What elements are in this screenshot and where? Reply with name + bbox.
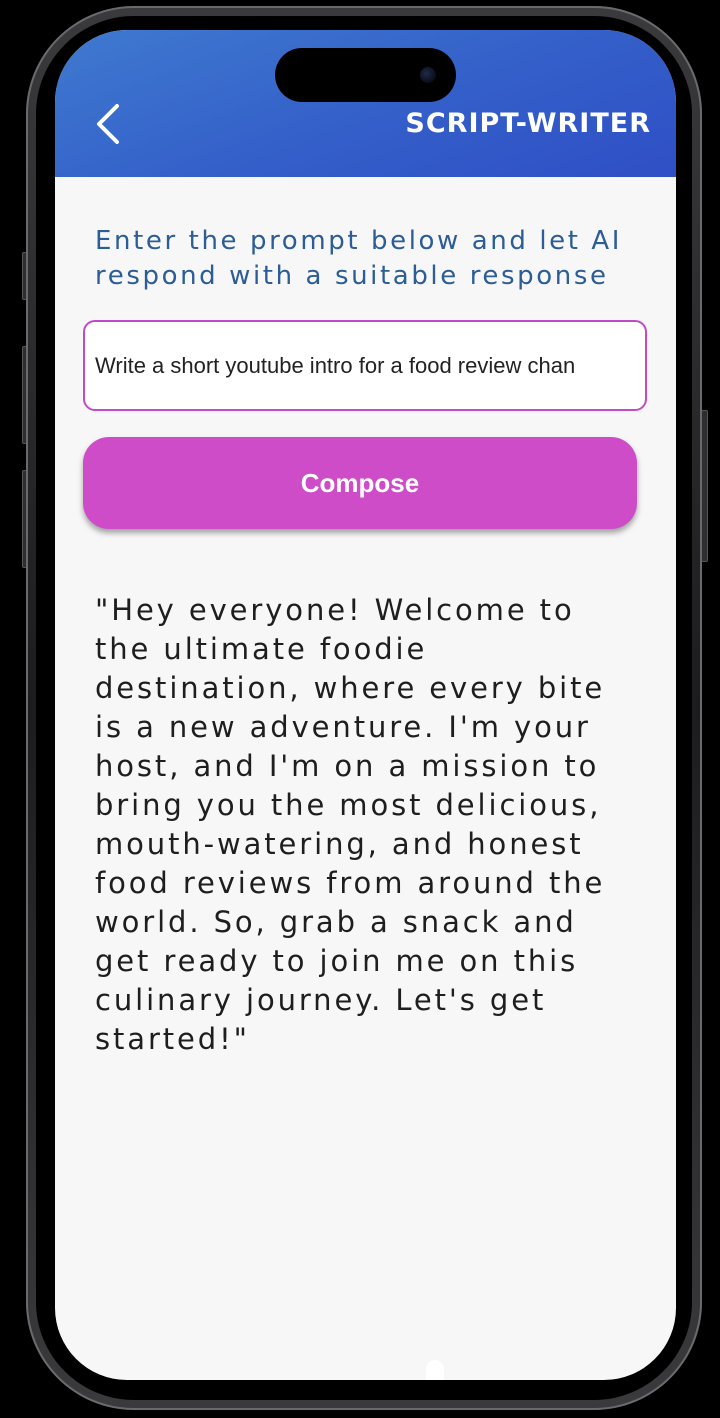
app-bar: SCRIPT-WRITER — [55, 30, 676, 177]
dynamic-island — [275, 48, 456, 102]
device-frame: SCRIPT-WRITER Enter the prompt below and… — [0, 0, 720, 1418]
response-text: "Hey everyone! Welcome to the ultimate f… — [95, 593, 606, 1056]
chevron-left-icon — [97, 104, 119, 144]
compose-button[interactable]: Compose — [83, 437, 637, 529]
power-button — [701, 410, 708, 562]
prompt-instruction: Enter the prompt below and let AI respon… — [95, 226, 623, 291]
prompt-input[interactable] — [83, 320, 647, 411]
app-screen: SCRIPT-WRITER Enter the prompt below and… — [55, 30, 676, 1380]
app-title: SCRIPT-WRITER — [405, 108, 651, 139]
camera-icon — [420, 67, 436, 83]
back-button[interactable] — [85, 96, 133, 148]
home-indicator — [426, 1360, 444, 1380]
